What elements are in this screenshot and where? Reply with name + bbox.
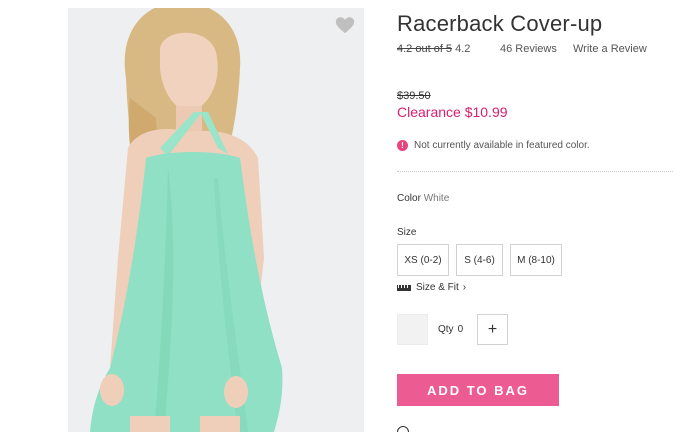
quantity-value: 0 [457,324,464,335]
color-label: Color [397,193,421,204]
quantity-increment-button[interactable]: + [477,314,508,345]
ruler-icon [397,284,411,291]
size-fit-link[interactable]: Size & Fit › [397,282,466,293]
size-options: XS (0-2) S (4-6) M (8-10) [397,244,562,276]
alert-icon: ! [397,140,408,151]
size-fit-label: Size & Fit [416,282,459,293]
product-photo-illustration [68,8,364,432]
size-option-xs[interactable]: XS (0-2) [397,244,449,276]
heart-icon[interactable] [334,14,356,36]
color-value: White [423,193,450,204]
write-review-link[interactable]: Write a Review [573,43,647,55]
rating-row: 4.2 out of 5 4.2 46 Reviews Write a Revi… [397,43,647,55]
reviews-link[interactable]: 46 Reviews [500,43,557,55]
size-option-s[interactable]: S (4-6) [456,244,503,276]
divider [397,171,673,172]
availability-message: Not currently available in featured colo… [414,140,590,151]
rating-value: 4.2 [455,43,471,55]
size-label: Size [397,227,417,238]
add-to-bag-button[interactable]: ADD TO BAG [397,374,559,406]
clock-icon [397,426,409,432]
clearance-price: Clearance $10.99 [397,104,508,120]
product-image [68,8,364,432]
quantity-label: Qty [438,324,454,335]
quantity-display: Qty 0 [438,324,463,335]
original-price: $39.50 [397,90,431,102]
color-selector: Color White [397,193,449,204]
quantity-swatch [397,314,428,345]
rating-stars-text: 4.2 out of 5 [397,43,453,55]
product-title: Racerback Cover-up [397,11,603,36]
size-option-m[interactable]: M (8-10) [510,244,562,276]
availability-notice: ! Not currently available in featured co… [397,140,590,151]
chevron-right-icon: › [462,282,467,293]
